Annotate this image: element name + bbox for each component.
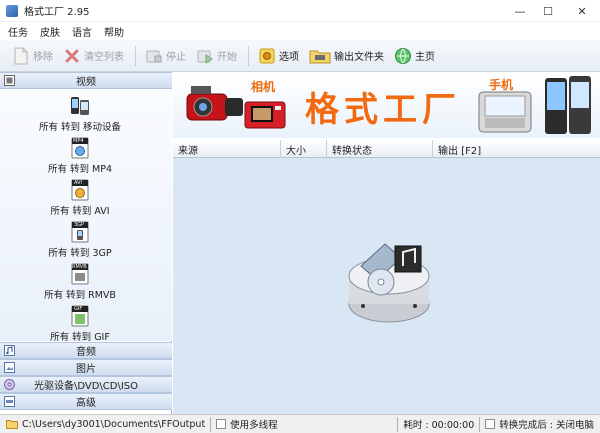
output-path[interactable]: C:\Users\dy3001\Documents\FFOutput	[22, 419, 205, 430]
status-separator	[479, 416, 481, 432]
camcorder-icon	[186, 86, 243, 121]
menu-language[interactable]: 语言	[72, 24, 92, 39]
home-button[interactable]: 主页	[390, 44, 439, 68]
options-button[interactable]: 选项	[254, 44, 303, 68]
folder-small-icon	[6, 419, 18, 429]
status-separator	[210, 416, 212, 432]
menu-skin[interactable]: 皮肤	[40, 24, 60, 39]
toolbar: 移除 清空列表 停止 开始 选项 输出文件夹 主页	[0, 40, 600, 72]
window-title: 格式工厂 2.95	[24, 7, 90, 18]
category-optical[interactable]: 光驱设备\DVD\CD\ISO	[0, 376, 172, 393]
close-button[interactable]: ✕	[566, 0, 598, 22]
smartphone-icon	[478, 91, 532, 133]
stop-button[interactable]: 停止	[141, 44, 190, 68]
after-done-label: 转换完成后 : 关闭电脑	[499, 420, 594, 431]
remove-button[interactable]: 移除	[8, 44, 57, 68]
avi-badge: AVI	[74, 180, 82, 186]
home-globe-icon	[394, 47, 412, 65]
start-button[interactable]: 开始	[192, 44, 241, 68]
stop-icon	[145, 47, 163, 65]
category-picture[interactable]: 图片	[0, 359, 172, 376]
format-item-avi[interactable]: AVI 所有 转到 AVI	[0, 177, 160, 219]
camera-icon	[244, 101, 286, 129]
gif-badge: GIF	[74, 306, 83, 312]
maximize-button[interactable]: ☐	[532, 0, 564, 22]
clear-list-button[interactable]: 清空列表	[59, 44, 128, 68]
mp4-file-icon: MP4	[69, 137, 91, 159]
column-source[interactable]: 来源	[173, 140, 281, 158]
format-item-mobile[interactable]: 所有 转到 移动设备	[0, 93, 160, 135]
column-size[interactable]: 大小	[281, 140, 327, 158]
status-bar: C:\Users\dy3001\Documents\FFOutput 使用多线程…	[0, 414, 600, 433]
folder-icon	[309, 47, 331, 65]
avi-file-icon: AVI	[69, 179, 91, 201]
format-item-rmvb[interactable]: RMVB 所有 转到 RMVB	[0, 261, 160, 303]
multithread-label: 使用多线程	[230, 420, 278, 431]
category-video[interactable]: 视频	[0, 72, 172, 89]
3gp-badge: 3GP	[74, 222, 85, 228]
after-done-checkbox[interactable]	[485, 419, 496, 429]
title-bar: 格式工厂 2.95 — ☐ ✕	[0, 0, 600, 22]
options-gear-icon	[258, 47, 276, 65]
category-audio[interactable]: 音频	[0, 342, 172, 359]
3gp-file-icon: 3GP	[69, 221, 91, 243]
format-item-mp4[interactable]: MP4 所有 转到 MP4	[0, 135, 160, 177]
elapsed-time: 耗时 : 00:00:00	[403, 420, 475, 431]
column-output[interactable]: 输出 [F2]	[433, 140, 600, 158]
category-panel: 视频 所有 转到 移动设备 MP4 所有 转到 MP4 AVI 所有 转到 AV…	[0, 72, 172, 414]
output-folder-button[interactable]: 输出文件夹	[305, 44, 388, 68]
camera-label: 相机	[251, 80, 276, 94]
task-table: 来源 大小 转换状态 输出 [F2]	[173, 140, 600, 414]
category-advanced[interactable]: 高级	[0, 393, 172, 410]
status-separator	[397, 416, 399, 432]
toolbar-separator	[248, 45, 249, 66]
banner-title: 格式工厂	[305, 90, 461, 130]
menu-task[interactable]: 任务	[8, 24, 28, 39]
rmvb-badge: RMVB	[72, 264, 87, 270]
gif-file-icon: GIF	[69, 305, 91, 327]
multithread-checkbox[interactable]	[216, 419, 227, 429]
rmvb-file-icon: RMVB	[69, 263, 91, 285]
format-factory-logo-icon	[348, 243, 430, 323]
table-header: 来源 大小 转换状态 输出 [F2]	[173, 140, 600, 158]
menu-help[interactable]: 帮助	[104, 24, 124, 39]
app-icon	[6, 4, 18, 17]
clear-x-icon	[63, 47, 81, 65]
format-item-gif[interactable]: GIF 所有 转到 GIF	[0, 303, 160, 341]
toolbar-separator	[135, 45, 136, 66]
video-format-list: 所有 转到 移动设备 MP4 所有 转到 MP4 AVI 所有 转到 AVI 3…	[0, 89, 172, 341]
document-remove-icon	[12, 47, 30, 65]
format-item-3gp[interactable]: 3GP 所有 转到 3GP	[0, 219, 160, 261]
pda-phone-icon	[545, 76, 591, 134]
banner: 相机 格式工厂 手机	[173, 72, 600, 138]
menu-bar: 任务 皮肤 语言 帮助	[0, 22, 600, 40]
start-icon	[196, 47, 214, 65]
column-status[interactable]: 转换状态	[327, 140, 433, 158]
mp4-badge: MP4	[73, 138, 84, 144]
mobile-device-icon	[69, 95, 91, 117]
